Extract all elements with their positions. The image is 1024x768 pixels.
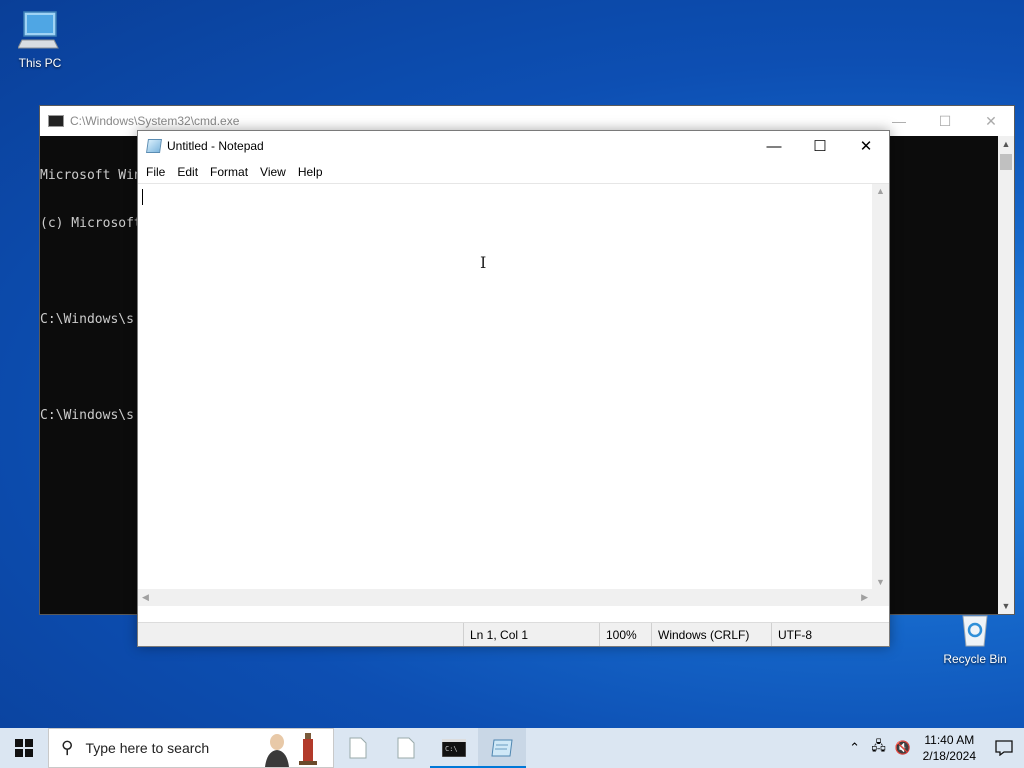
notepad-maximize-button[interactable]: ☐ [797,131,843,161]
cmd-scrollbar[interactable]: ▲ ▼ [998,136,1014,614]
taskbar-file-app-2[interactable] [382,728,430,768]
desktop-icon-recycle-bin[interactable]: Recycle Bin [935,612,1015,666]
status-zoom: 100% [599,623,651,646]
clock-date: 2/18/2024 [922,749,976,763]
scroll-down-icon[interactable]: ▼ [998,598,1014,614]
chevron-up-icon[interactable]: ⌃ [843,740,867,756]
search-icon: ⚲ [61,738,74,757]
menu-help[interactable]: Help [292,165,329,179]
notification-icon [995,740,1013,756]
volume-muted-icon[interactable]: 🔇 [891,740,915,756]
ibeam-cursor-icon: I [480,253,487,272]
cmd-title: C:\Windows\System32\cmd.exe [70,114,240,128]
desktop-icon-label: Recycle Bin [943,652,1007,666]
system-tray: ⌃ 🖧 🔇 11:40 AM 2/18/2024 [843,728,1024,768]
taskbar-cmd-app[interactable]: C:\ [430,728,478,768]
taskbar: ⚲ Type here to search C:\ ⌃ 🖧 🔇 11:40 AM… [0,728,1024,768]
desktop-icon-this-pc[interactable]: This PC [0,10,80,70]
notepad-status-bar: Ln 1, Col 1 100% Windows (CRLF) UTF-8 [138,622,889,646]
svg-text:C:\: C:\ [445,745,458,753]
desktop-icon-label: This PC [18,56,62,70]
terminal-icon [48,115,64,127]
cmd-maximize-button[interactable]: ☐ [922,113,968,130]
taskbar-search-box[interactable]: ⚲ Type here to search [48,728,334,768]
cmd-scroll-thumb[interactable] [1000,154,1012,170]
scroll-up-icon[interactable]: ▲ [998,136,1014,152]
search-highlight-illustration-icon [265,733,317,767]
taskbar-notepad-app[interactable] [478,728,526,768]
menu-file[interactable]: File [140,165,171,179]
network-icon[interactable]: 🖧 [867,737,891,759]
cmd-minimize-button[interactable]: — [876,113,922,130]
clock[interactable]: 11:40 AM 2/18/2024 [915,732,984,764]
notepad-text-area[interactable]: ▲ ▼ ◀ ▶ [138,183,889,606]
recycle-bin-icon [962,615,988,647]
terminal-icon: C:\ [442,739,466,757]
scroll-right-icon[interactable]: ▶ [861,592,868,603]
notepad-icon [146,139,162,153]
windows-logo-icon [15,739,33,757]
notepad-minimize-button[interactable]: — [751,131,797,161]
notepad-horizontal-scrollbar[interactable]: ◀ ▶ [138,589,872,606]
computer-icon [18,11,59,49]
status-position: Ln 1, Col 1 [463,623,599,646]
search-placeholder: Type here to search [85,740,210,756]
clock-time: 11:40 AM [924,733,975,747]
notepad-title: Untitled - Notepad [167,139,264,153]
notepad-close-button[interactable]: ✕ [843,131,889,161]
menu-view[interactable]: View [254,165,292,179]
scroll-left-icon[interactable]: ◀ [142,592,149,603]
notepad-window[interactable]: Untitled - Notepad — ☐ ✕ File Edit Forma… [137,130,890,647]
menu-format[interactable]: Format [204,165,254,179]
file-icon [349,737,367,759]
scrollbar-corner [872,589,889,606]
taskbar-file-app-1[interactable] [334,728,382,768]
text-caret [142,189,143,205]
notepad-icon [491,739,513,757]
notepad-title-bar[interactable]: Untitled - Notepad — ☐ ✕ [138,131,889,161]
file-icon [397,737,415,759]
menu-edit[interactable]: Edit [171,165,204,179]
status-line-ending: Windows (CRLF) [651,623,771,646]
scroll-up-icon[interactable]: ▲ [876,186,885,196]
notepad-vertical-scrollbar[interactable]: ▲ ▼ [872,184,889,589]
notification-center-button[interactable] [984,740,1024,756]
start-button[interactable] [0,728,48,768]
notepad-menu-bar: File Edit Format View Help [138,161,889,183]
status-encoding: UTF-8 [771,623,889,646]
scroll-down-icon[interactable]: ▼ [876,577,885,587]
cmd-close-button[interactable]: ✕ [968,113,1014,130]
